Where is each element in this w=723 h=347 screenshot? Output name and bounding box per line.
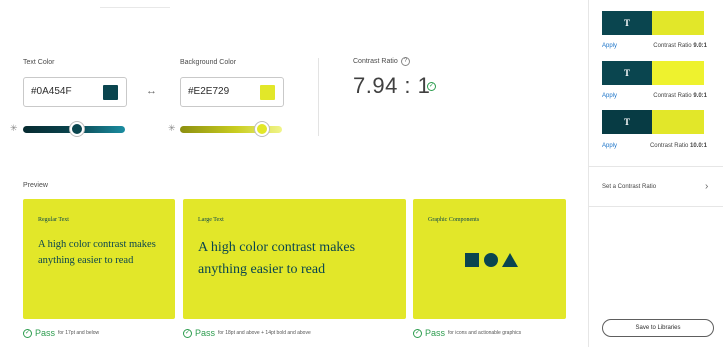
pass-note: for 17pt and below bbox=[58, 330, 100, 336]
pass-label: Pass bbox=[425, 328, 446, 338]
preview-card-graphics: Graphic Components bbox=[413, 199, 566, 319]
suggestion-swatch-1[interactable]: T bbox=[602, 11, 704, 35]
suggestion-ratio-value: 10.0:1 bbox=[689, 143, 707, 149]
background-color-input[interactable] bbox=[188, 86, 248, 97]
circle-shape bbox=[484, 253, 498, 267]
suggestion-background-sample bbox=[652, 11, 704, 35]
preview-card-large: Large Text A high color contrast makes a… bbox=[183, 199, 406, 319]
card-title: Large Text bbox=[198, 217, 224, 223]
check-icon: ✓ bbox=[413, 328, 422, 338]
contrast-ratio-label: Contrast Ratio bbox=[353, 58, 398, 65]
pass-label: Pass bbox=[35, 328, 56, 338]
check-icon: ✓ bbox=[427, 82, 436, 91]
help-icon[interactable]: ? bbox=[401, 57, 410, 66]
pass-label: Pass bbox=[195, 328, 216, 338]
suggestion-background-sample bbox=[652, 110, 704, 134]
background-color-field[interactable] bbox=[180, 77, 284, 107]
background-color-swatch[interactable] bbox=[260, 85, 275, 100]
apply-link[interactable]: Apply bbox=[602, 43, 617, 49]
text-color-slider-thumb[interactable] bbox=[70, 122, 84, 136]
suggestion-text-sample: T bbox=[602, 61, 652, 85]
panel-divider bbox=[588, 166, 723, 167]
pass-note: for 18pt and above + 14pt bold and above bbox=[218, 330, 311, 336]
check-icon: ✓ bbox=[183, 328, 192, 338]
chevron-right-icon[interactable]: › bbox=[705, 181, 708, 192]
text-color-label: Text Color bbox=[23, 59, 55, 66]
top-divider bbox=[100, 0, 170, 8]
card-body: A high color contrast makes anything eas… bbox=[38, 239, 156, 266]
section-divider bbox=[318, 58, 319, 136]
suggestion-ratio-label: Contrast Ratio bbox=[653, 93, 692, 99]
contrast-checker-main: Text Color ✳ ↔ Background Color ✳ Contra… bbox=[0, 0, 588, 347]
suggestion-text-sample: T bbox=[602, 110, 652, 134]
pass-large: ✓ Pass for 18pt and above + 14pt bold an… bbox=[183, 328, 311, 338]
background-color-slider-thumb[interactable] bbox=[255, 122, 269, 136]
pass-regular: ✓ Pass for 17pt and below bbox=[23, 328, 99, 338]
suggestion-ratio-value: 9.0:1 bbox=[693, 93, 707, 99]
suggestion-ratio: Contrast Ratio 9.0:1 bbox=[653, 43, 707, 49]
suggestion-ratio-label: Contrast Ratio bbox=[649, 143, 689, 149]
pass-graphics: ✓ Pass for icons and actionable graphics bbox=[413, 328, 521, 338]
suggestion-text-sample: T bbox=[602, 11, 652, 35]
panel-divider bbox=[588, 206, 723, 207]
triangle-shape bbox=[502, 253, 518, 267]
background-color-label: Background Color bbox=[180, 59, 237, 66]
preview-card-regular: Regular Text A high color contrast makes… bbox=[23, 199, 175, 319]
set-contrast-ratio-link[interactable]: Set a Contrast Ratio bbox=[602, 184, 656, 190]
apply-link[interactable]: Apply bbox=[602, 93, 617, 99]
brightness-icon: ✳ bbox=[168, 123, 176, 133]
card-body: A high color contrast makes anything eas… bbox=[198, 240, 356, 277]
suggestion-swatch-3[interactable]: T bbox=[602, 110, 704, 134]
swap-colors-icon[interactable]: ↔ bbox=[146, 85, 157, 97]
suggestion-ratio: Contrast Ratio 9.0:1 bbox=[653, 93, 707, 99]
text-color-input[interactable] bbox=[31, 86, 91, 97]
card-title: Graphic Components bbox=[428, 217, 480, 223]
graphic-shapes bbox=[465, 253, 518, 267]
suggestion-background-sample bbox=[652, 61, 704, 85]
check-icon: ✓ bbox=[23, 328, 32, 338]
preview-label: Preview bbox=[23, 182, 48, 189]
text-color-field[interactable] bbox=[23, 77, 127, 107]
card-title: Regular Text bbox=[38, 217, 69, 223]
suggestion-ratio: Contrast Ratio 10.0:1 bbox=[650, 143, 707, 149]
text-color-swatch[interactable] bbox=[103, 85, 118, 100]
suggestion-ratio-label: Contrast Ratio bbox=[653, 43, 692, 49]
suggestion-swatch-2[interactable]: T bbox=[602, 61, 704, 85]
save-to-libraries-button[interactable]: Save to Libraries bbox=[602, 319, 714, 337]
square-shape bbox=[465, 253, 479, 267]
contrast-ratio-value: 7.94 : 1 bbox=[353, 73, 431, 98]
brightness-icon: ✳ bbox=[10, 123, 18, 133]
suggestions-panel bbox=[588, 0, 723, 347]
suggestion-ratio-value: 9.0:1 bbox=[693, 43, 707, 49]
pass-note: for icons and actionable graphics bbox=[448, 330, 522, 336]
apply-link[interactable]: Apply bbox=[602, 143, 617, 149]
